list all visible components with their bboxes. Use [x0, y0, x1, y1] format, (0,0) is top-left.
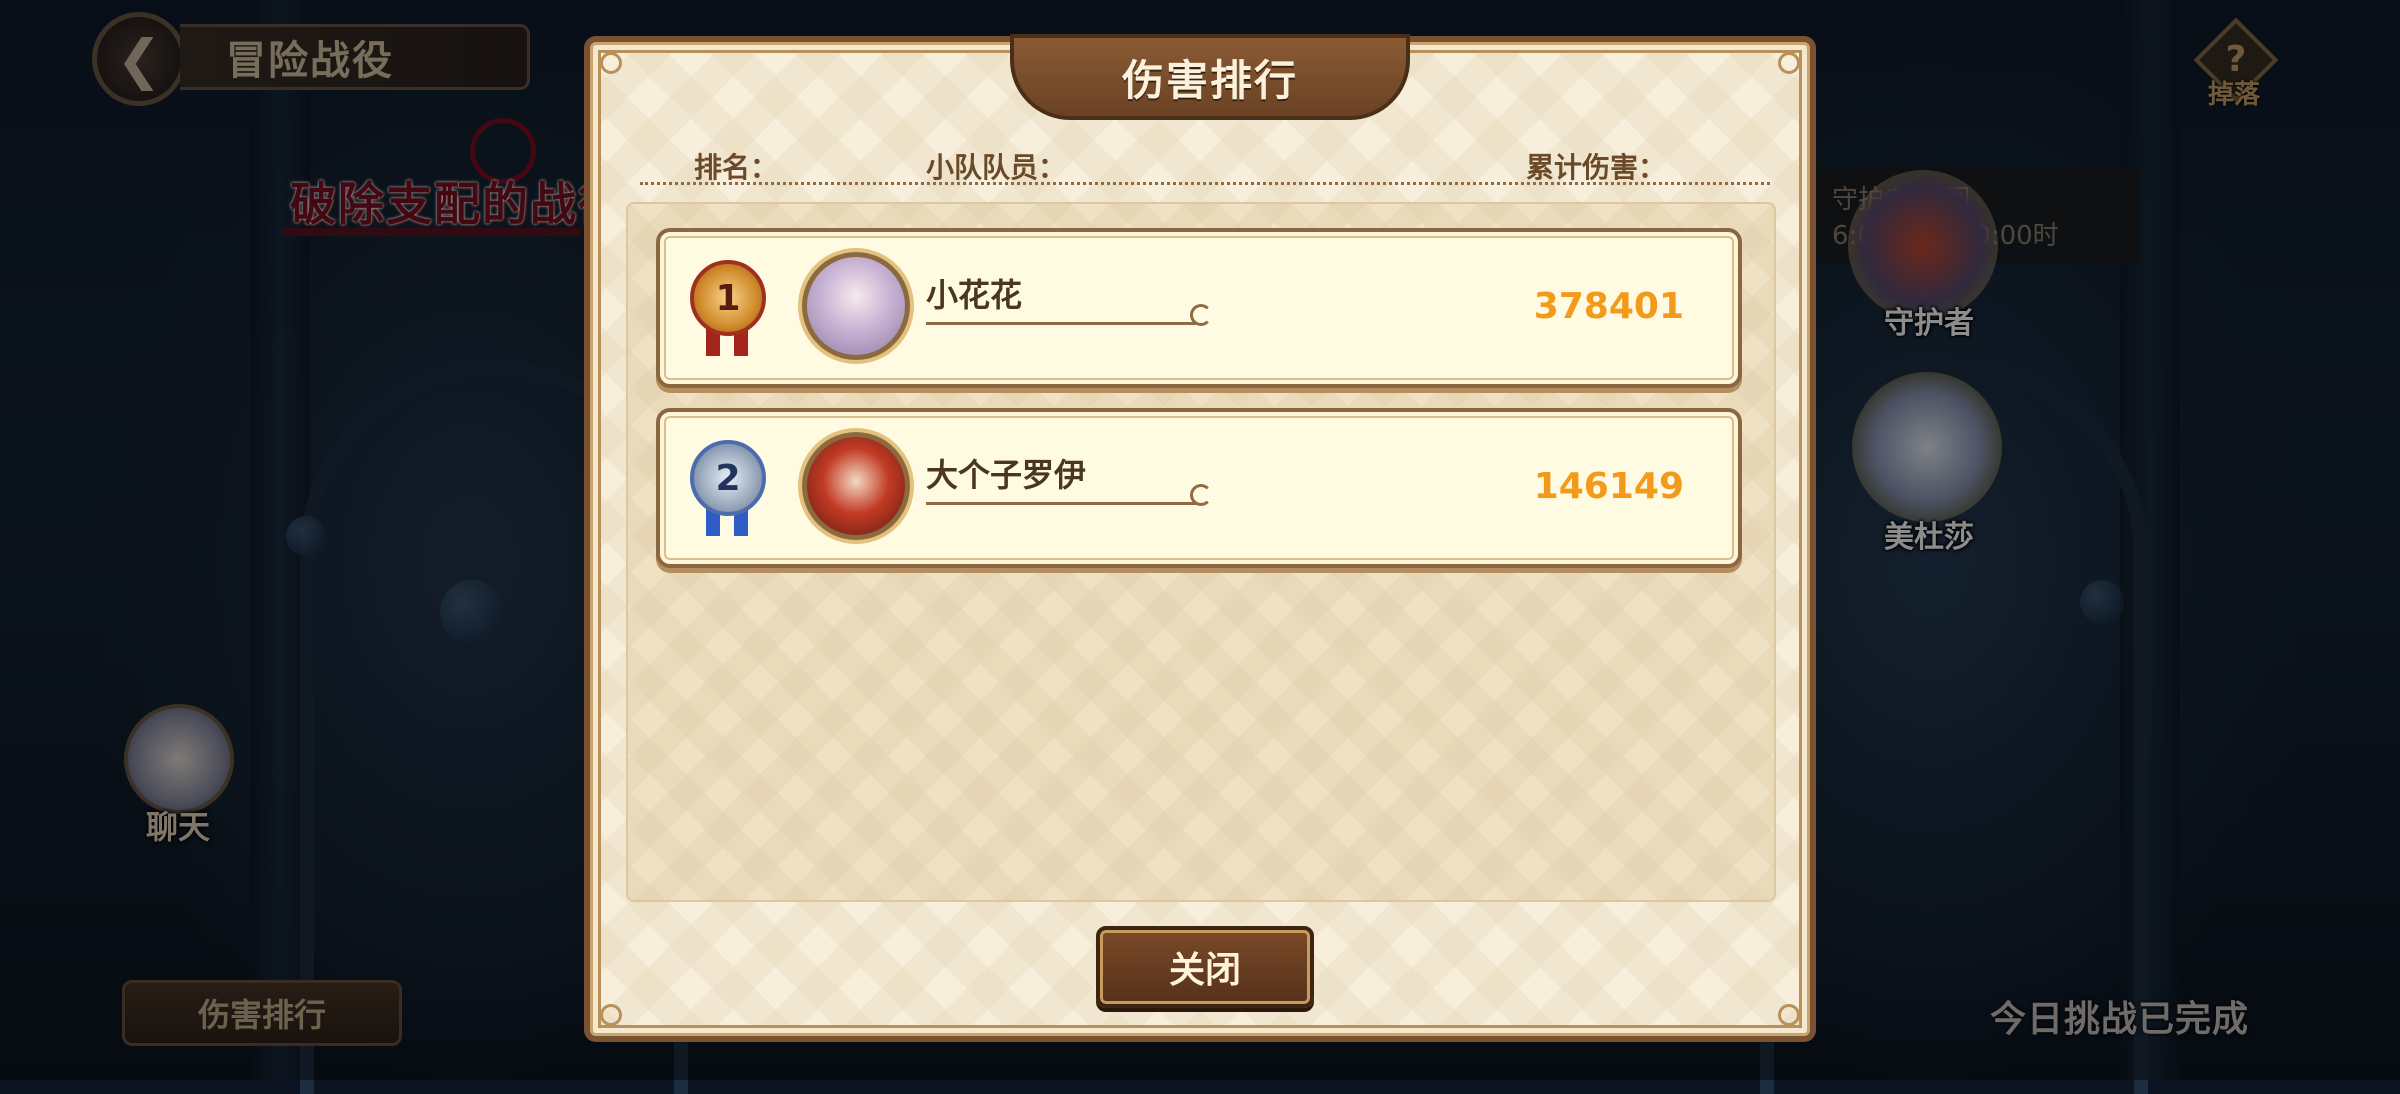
curl-ornament: [1190, 484, 1212, 506]
close-button[interactable]: 关闭: [1096, 926, 1314, 1008]
member-name: 小花花: [926, 276, 1023, 314]
name-underline: [926, 322, 1196, 325]
header-divider: [640, 182, 1770, 185]
ranking-row[interactable]: 1 小花花 378401: [656, 228, 1742, 388]
dialog-title-tab: 伤害排行: [1010, 34, 1410, 120]
gold-medal-icon: 1: [690, 260, 766, 336]
name-underline: [926, 502, 1196, 505]
members-header: 小队队员：: [926, 151, 1067, 184]
silver-medal-icon: 2: [690, 440, 766, 516]
corner-ornament: [1778, 52, 1800, 74]
dialog-title: 伤害排行: [1121, 55, 1298, 105]
member-avatar[interactable]: [802, 252, 910, 360]
corner-ornament: [600, 52, 622, 74]
corner-ornament: [600, 1004, 622, 1026]
curl-ornament: [1190, 304, 1212, 326]
damage-header: 累计伤害：: [1526, 151, 1667, 184]
ranking-list[interactable]: 1 小花花 378401 2 大个子罗伊 146149: [626, 202, 1776, 902]
rank-header: 排名：: [694, 151, 779, 184]
member-name: 大个子罗伊: [926, 456, 1087, 494]
damage-value: 146149: [1533, 466, 1684, 507]
damage-ranking-dialog: 伤害排行 排名： 小队队员： 累计伤害： 1 小花花 378401 2 大个子罗…: [584, 34, 1816, 1042]
member-avatar[interactable]: [802, 432, 910, 540]
corner-ornament: [1778, 1004, 1800, 1026]
damage-value: 378401: [1533, 286, 1684, 327]
ranking-row[interactable]: 2 大个子罗伊 146149: [656, 408, 1742, 568]
